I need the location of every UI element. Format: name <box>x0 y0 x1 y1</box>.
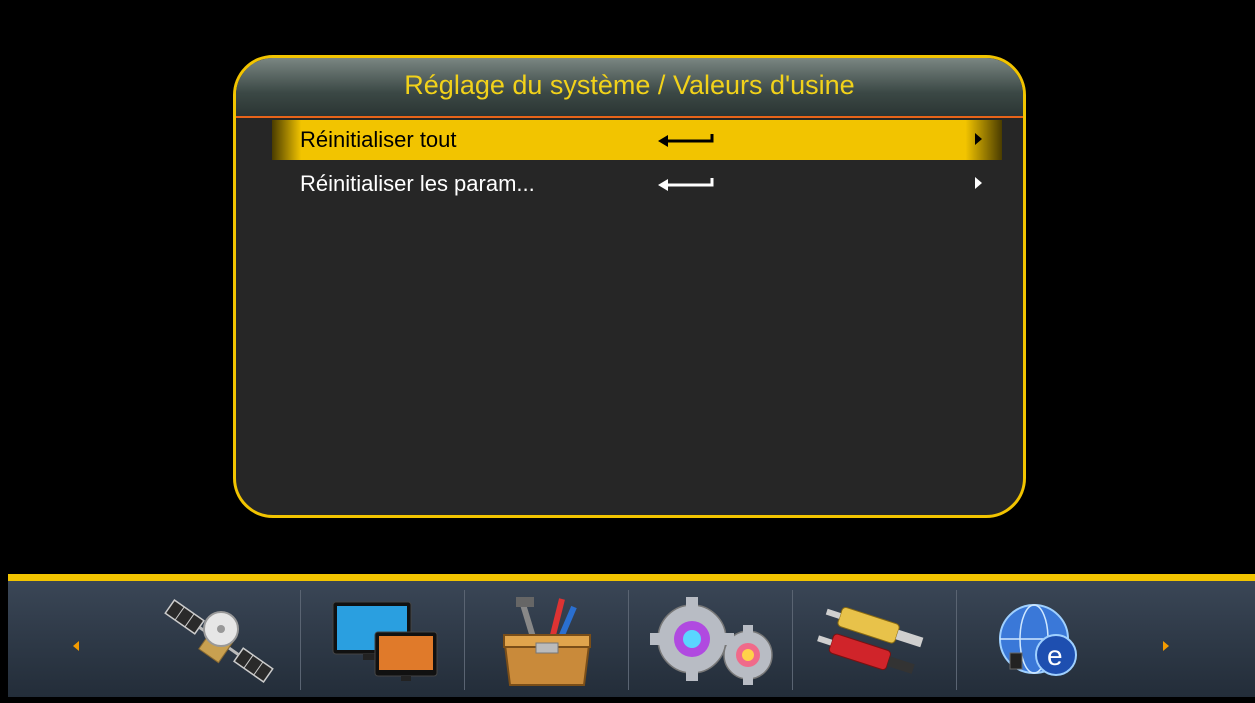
page-title: Réglage du système / Valeurs d'usine <box>404 70 855 100</box>
chevron-right-icon <box>975 177 982 189</box>
scroll-right-icon[interactable] <box>1163 641 1169 651</box>
svg-text:e: e <box>1047 640 1063 671</box>
menu-item-reset-all[interactable]: Réinitialiser tout <box>272 120 1002 160</box>
bottom-accent-line <box>8 574 1255 581</box>
chevron-right-icon <box>975 133 982 145</box>
av-cable-icon <box>816 606 923 674</box>
enter-icon <box>658 178 714 191</box>
panel-header: Réglage du système / Valeurs d'usine <box>236 58 1023 118</box>
menu-item-label: Réinitialiser les param... <box>300 171 535 196</box>
menu-tools[interactable] <box>465 588 628 693</box>
menu-network[interactable]: e <box>957 588 1120 693</box>
menu-item-label: Réinitialiser tout <box>300 127 457 152</box>
menu-av-output[interactable] <box>793 588 956 693</box>
factory-reset-panel: Réglage du système / Valeurs d'usine Réi… <box>233 55 1026 518</box>
scroll-left-icon[interactable] <box>73 641 79 651</box>
menu-picture[interactable] <box>301 588 464 693</box>
menu-item-reset-settings[interactable]: Réinitialiser les param... <box>272 164 1002 204</box>
tv-monitors-icon <box>332 601 437 681</box>
menu-satellite[interactable] <box>137 588 300 693</box>
menu-system-settings[interactable] <box>629 588 792 693</box>
internet-globe-icon: e <box>998 603 1077 676</box>
gears-icon <box>649 596 773 685</box>
satellite-icon <box>163 598 274 683</box>
enter-icon <box>658 134 714 147</box>
toolbox-icon <box>502 596 591 686</box>
